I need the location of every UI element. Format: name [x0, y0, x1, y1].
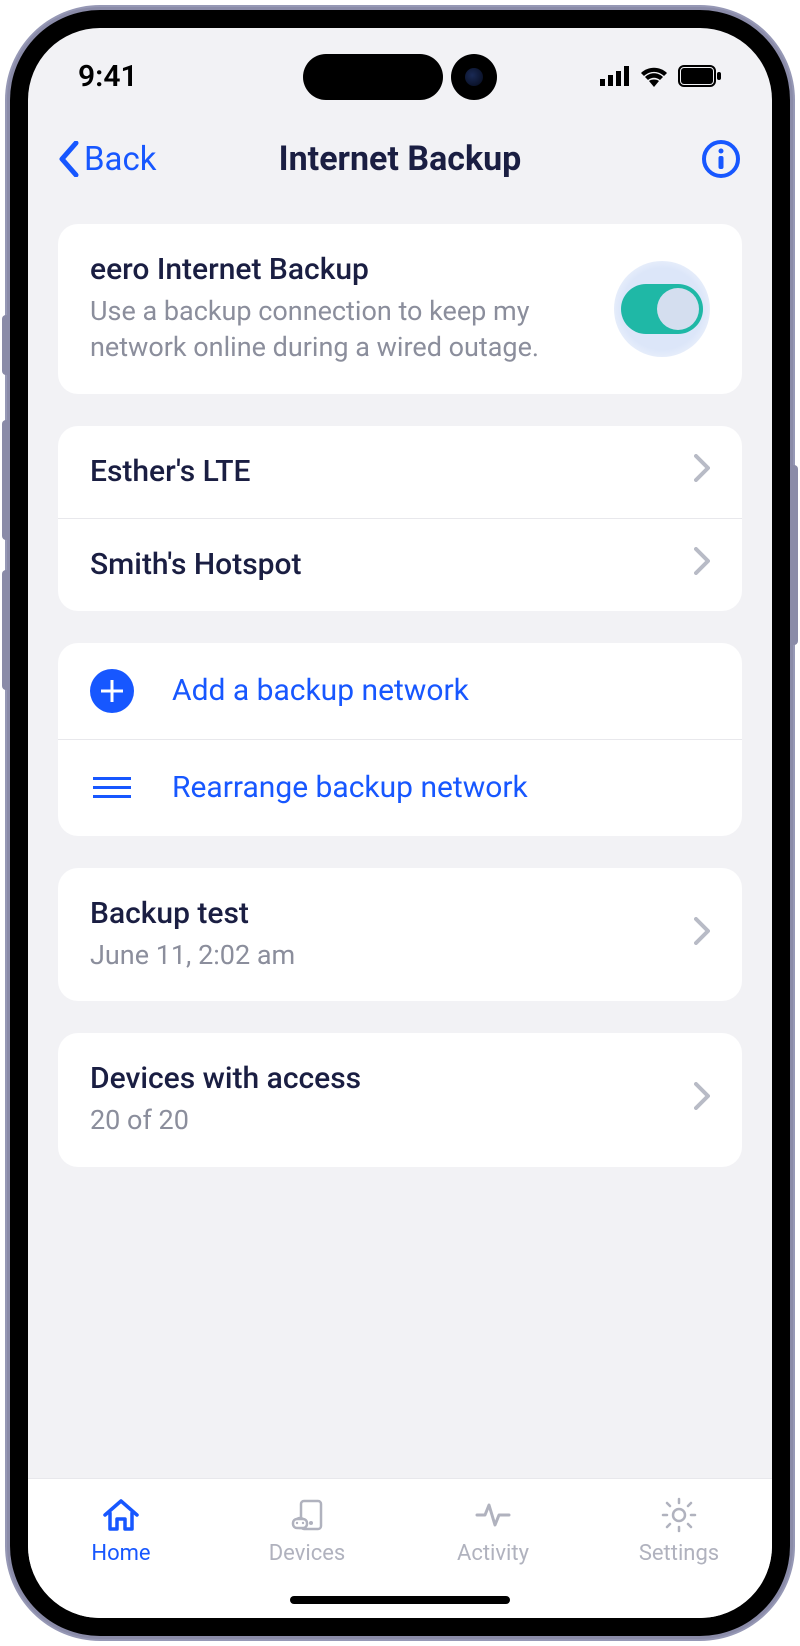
devices-access-title: Devices with access [90, 1061, 674, 1096]
cellular-icon [600, 66, 630, 86]
chevron-left-icon [58, 141, 80, 177]
add-network-label: Add a backup network [172, 673, 469, 708]
feature-subtitle: Use a backup connection to keep my netwo… [90, 293, 594, 366]
networks-list: Esther's LTE Smith's Hotspot [58, 426, 742, 611]
status-time: 9:41 [78, 59, 138, 94]
chevron-right-icon [694, 454, 710, 490]
devices-access-card: Devices with access 20 of 20 [58, 1033, 742, 1166]
network-name: Smith's Hotspot [90, 547, 302, 582]
nav-header: Back Internet Backup [28, 124, 772, 194]
backup-test-time: June 11, 2:02 am [90, 937, 674, 973]
back-button[interactable]: Back [58, 140, 157, 179]
actions-card: Add a backup network Rearrange backup ne… [58, 643, 742, 836]
info-button[interactable] [700, 138, 742, 180]
side-button [2, 315, 10, 375]
activity-icon [473, 1497, 513, 1533]
tab-label: Devices [269, 1541, 346, 1566]
backup-test-card: Backup test June 11, 2:02 am [58, 868, 742, 1001]
tab-label: Settings [639, 1541, 719, 1566]
home-icon [101, 1497, 141, 1533]
phone-frame: 9:41 Back Internet Backup [10, 10, 790, 1636]
tab-activity[interactable]: Activity [400, 1497, 586, 1566]
chevron-right-icon [694, 917, 710, 953]
rearrange-button[interactable]: Rearrange backup network [58, 739, 742, 836]
tab-label: Home [91, 1541, 150, 1566]
backup-test-title: Backup test [90, 896, 674, 931]
settings-icon [659, 1497, 699, 1533]
chevron-right-icon [694, 547, 710, 583]
page-title: Internet Backup [279, 139, 522, 179]
screen: 9:41 Back Internet Backup [28, 28, 772, 1618]
battery-icon [678, 65, 722, 87]
info-icon [701, 139, 741, 179]
network-name: Esther's LTE [90, 454, 250, 489]
tab-home[interactable]: Home [28, 1497, 214, 1566]
tab-settings[interactable]: Settings [586, 1497, 772, 1566]
side-button [790, 465, 798, 645]
home-indicator[interactable] [290, 1596, 510, 1604]
back-label: Back [84, 140, 157, 179]
rearrange-label: Rearrange backup network [172, 770, 528, 805]
side-button [2, 420, 10, 540]
devices-access-row[interactable]: Devices with access 20 of 20 [58, 1033, 742, 1166]
feature-toggle[interactable] [614, 261, 710, 357]
reorder-icon [90, 766, 134, 810]
network-item[interactable]: Esther's LTE [58, 426, 742, 518]
add-network-button[interactable]: Add a backup network [58, 643, 742, 739]
devices-access-count: 20 of 20 [90, 1102, 674, 1138]
tab-devices[interactable]: Devices [214, 1497, 400, 1566]
plus-icon [90, 669, 134, 713]
network-item[interactable]: Smith's Hotspot [58, 518, 742, 611]
tab-label: Activity [457, 1541, 529, 1566]
feature-title: eero Internet Backup [90, 252, 594, 287]
dynamic-island [303, 54, 497, 100]
content-area: eero Internet Backup Use a backup connec… [28, 194, 772, 1478]
devices-icon [287, 1497, 327, 1533]
chevron-right-icon [694, 1082, 710, 1118]
wifi-icon [640, 65, 668, 87]
feature-card: eero Internet Backup Use a backup connec… [58, 224, 742, 394]
backup-test-row[interactable]: Backup test June 11, 2:02 am [58, 868, 742, 1001]
side-button [2, 570, 10, 690]
